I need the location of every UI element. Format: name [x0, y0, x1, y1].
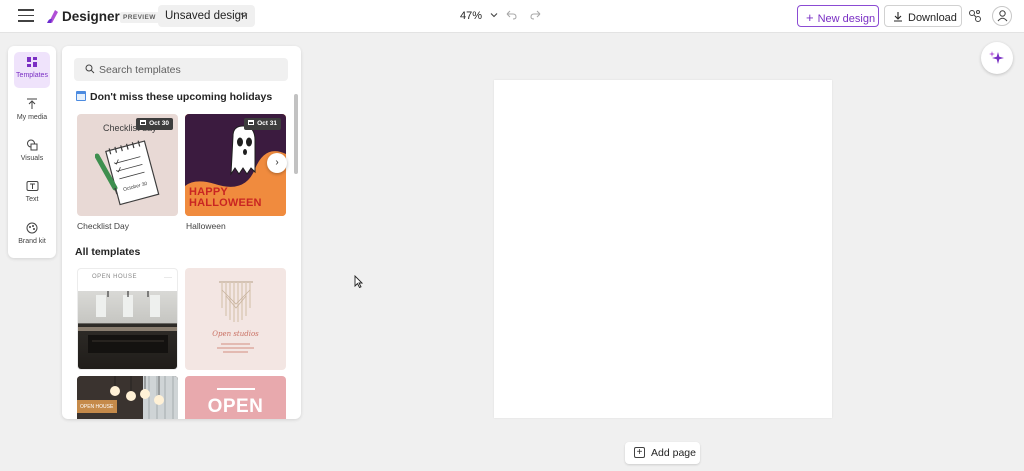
template-card-open-house-2[interactable]: OPEN HOUSE	[77, 376, 178, 419]
template-card-open-house[interactable]: OPEN HOUSE ——	[77, 268, 178, 370]
rail-item-text[interactable]: Text	[8, 176, 56, 212]
add-page-icon: +	[634, 447, 645, 458]
rail-item-brand-kit[interactable]: Brand kit	[8, 218, 56, 254]
carousel-next-button[interactable]: ›	[267, 153, 287, 173]
preview-badge: PREVIEW	[120, 12, 159, 23]
redo-icon[interactable]	[530, 9, 542, 21]
search-icon	[85, 64, 95, 74]
date-badge: Oct 30	[136, 118, 173, 130]
chevron-down-icon	[490, 13, 498, 18]
subtext-lines	[217, 343, 254, 353]
card-text: OPEN HOUSE	[77, 400, 117, 413]
rail-item-templates[interactable]: Templates	[14, 52, 50, 88]
design-title: Unsaved design	[165, 10, 248, 22]
card-text: Open studios	[212, 330, 259, 338]
holidays-heading-text: Don't miss these upcoming holidays	[90, 91, 273, 103]
template-card-open[interactable]: OPEN	[185, 376, 286, 419]
template-card-checklist-day[interactable]: Checklist day October 30 Oct 30	[77, 114, 178, 216]
design-title-dropdown[interactable]: Unsaved design	[158, 5, 255, 27]
text-icon	[26, 181, 38, 191]
upload-icon	[27, 98, 37, 109]
add-page-button[interactable]: + Add page	[625, 442, 700, 464]
undo-icon[interactable]	[505, 9, 517, 21]
holidays-heading: Don't miss these upcoming holidays	[76, 90, 272, 103]
divider-line	[217, 388, 255, 390]
macrame-illustration	[219, 281, 253, 322]
download-button[interactable]: Download	[884, 5, 962, 27]
avatar[interactable]	[992, 6, 1012, 26]
date-label: Oct 31	[257, 120, 277, 127]
menu-icon[interactable]	[18, 9, 34, 23]
add-page-label: Add page	[651, 447, 696, 459]
app-name: Designer	[62, 9, 120, 24]
card-tag: ——	[164, 274, 172, 279]
rail-item-visuals[interactable]: Visuals	[8, 135, 56, 171]
date-badge: Oct 31	[244, 118, 281, 130]
visuals-icon	[27, 139, 38, 151]
zoom-level: 47%	[460, 10, 483, 22]
share-icon[interactable]	[968, 9, 982, 23]
download-icon	[894, 12, 902, 22]
zoom-dropdown[interactable]: 47%	[460, 10, 498, 22]
date-label: Oct 30	[149, 120, 169, 127]
rail-label: Visuals	[20, 155, 44, 162]
download-label: Download	[908, 12, 957, 24]
card-text: HAPPY HALLOWEEN	[189, 186, 262, 209]
copilot-button[interactable]	[981, 42, 1013, 74]
rail-label: Brand kit	[18, 238, 46, 245]
plus-icon: +	[806, 10, 814, 25]
kitchen-photo	[78, 291, 177, 369]
all-templates-heading: All templates	[75, 246, 141, 258]
search-input[interactable]	[99, 62, 279, 77]
checklist-illustration	[95, 140, 160, 206]
card-text: OPEN HOUSE	[92, 274, 138, 280]
kitchen-illustration	[78, 291, 177, 353]
person-icon	[997, 10, 1008, 22]
templates-icon	[27, 57, 37, 67]
calendar-icon	[248, 120, 255, 125]
card-caption: Halloween	[186, 221, 226, 231]
rail-label: Templates	[16, 72, 48, 79]
card-caption: Checklist Day	[77, 221, 129, 231]
chevron-right-icon: ›	[275, 157, 279, 168]
rail-label: My media	[16, 114, 48, 121]
top-bar: Designer PREVIEW Unsaved design 47% + New…	[0, 0, 1024, 33]
chevron-down-icon	[240, 13, 248, 18]
rail-item-my-media[interactable]: My media	[8, 94, 56, 130]
designer-logo-icon	[47, 10, 58, 23]
search-box[interactable]	[74, 58, 288, 81]
new-design-label: New design	[817, 13, 876, 25]
panel-scrollbar[interactable]	[294, 94, 298, 174]
rail-label: Text	[25, 196, 39, 203]
design-canvas-page[interactable]	[494, 80, 832, 418]
card-text: OPEN	[207, 396, 264, 417]
template-card-open-studios[interactable]: Open studios	[185, 268, 286, 370]
brand-kit-icon	[26, 222, 38, 234]
sparkle-icon	[989, 51, 1004, 64]
calendar-icon	[76, 91, 86, 101]
calendar-icon	[140, 120, 147, 125]
mouse-cursor-icon	[354, 275, 363, 288]
left-rail: Templates My media Visuals Text Brand ki…	[8, 46, 56, 258]
templates-panel: Don't miss these upcoming holidays Check…	[62, 46, 301, 419]
new-design-button[interactable]: + New design	[797, 5, 879, 27]
